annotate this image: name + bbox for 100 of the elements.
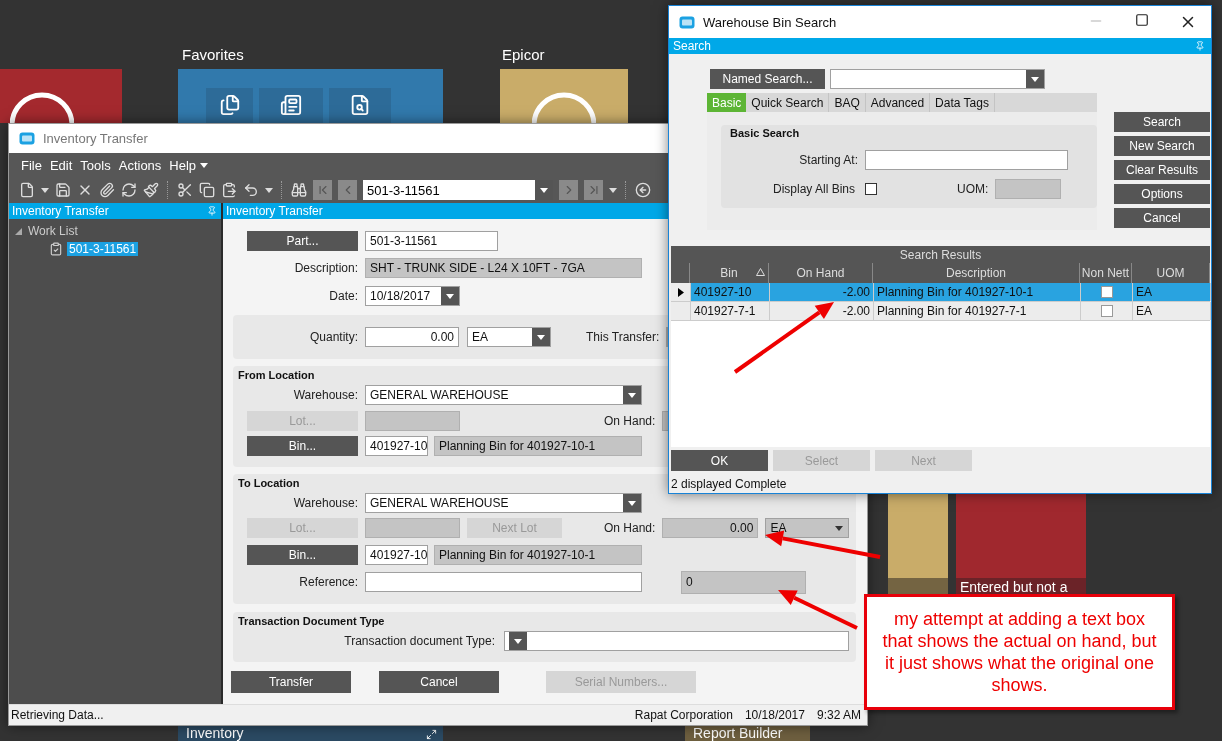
field-label: Warehouse:	[292, 388, 358, 402]
menu-item[interactable]: Tools	[76, 157, 115, 173]
field-label: Display All Bins	[771, 182, 855, 196]
company-name: Rapat Corporation	[634, 708, 733, 722]
field-label: Reference:	[298, 575, 358, 589]
table-cell: Planning Bin for 401927-10-1	[874, 283, 1081, 301]
section-title: From Location	[238, 369, 315, 383]
back-icon[interactable]	[635, 182, 651, 198]
field-label: Quantity:	[308, 330, 358, 344]
record-combo[interactable]: 501-3-11561	[363, 180, 553, 200]
undo-icon[interactable]	[243, 182, 259, 198]
copy-icon[interactable]	[199, 182, 215, 198]
side-button[interactable]: Search	[1114, 112, 1210, 132]
side-button[interactable]: Options	[1114, 184, 1210, 204]
save-icon[interactable]	[55, 182, 71, 198]
menu-item[interactable]: Edit	[45, 157, 77, 173]
maximize-icon[interactable]	[1135, 13, 1149, 27]
search-icon	[349, 94, 371, 116]
named-search-button[interactable]: Named Search...	[710, 69, 825, 89]
group-title: Epicor	[502, 46, 545, 63]
table-cell: 401927-7-1	[691, 302, 770, 320]
tile-label: Report Builder	[692, 726, 783, 740]
section-title: Transaction Document Type	[238, 615, 385, 629]
action-button[interactable]: Transfer	[231, 671, 351, 693]
status-message: Retrieving Data...	[11, 708, 104, 722]
bin-field[interactable]: 401927-10	[365, 436, 428, 456]
footer-button[interactable]: OK	[671, 450, 768, 471]
result-row[interactable]: 401927-7-1 -2.00 Planning Bin for 401927-7-1 EA	[671, 302, 1210, 321]
caret-icon	[41, 187, 49, 193]
search-icon[interactable]	[291, 182, 307, 198]
caret-icon	[1031, 76, 1039, 82]
app-tile[interactable]: Entered but not a	[956, 494, 1086, 594]
bin-description-field: Planning Bin for 401927-10-1	[434, 545, 642, 565]
menu-item[interactable]: Actions	[114, 157, 166, 173]
checkbox[interactable]	[865, 183, 877, 195]
side-button[interactable]: Cancel	[1114, 208, 1210, 228]
tile-label: Entered but not a	[959, 580, 1069, 594]
warehouse-combo[interactable]: GENERAL WAREHOUSE	[365, 493, 642, 513]
expand-icon	[426, 729, 437, 740]
app-icon	[19, 132, 35, 145]
bin-button[interactable]: Bin...	[247, 545, 358, 565]
panel-title: Inventory Transfer	[12, 204, 109, 218]
document-type-combo[interactable]	[504, 631, 849, 651]
caret-icon	[540, 187, 548, 193]
warehouse-combo[interactable]: GENERAL WAREHOUSE	[365, 385, 642, 405]
result-row[interactable]: 401927-10 -2.00 Planning Bin for 401927-10-1 EA	[671, 283, 1210, 302]
new-icon[interactable]	[19, 182, 35, 198]
date-field[interactable]: 10/18/2017	[365, 286, 460, 306]
menu-item[interactable]: Help	[165, 157, 201, 173]
caret-icon	[609, 187, 617, 193]
bin-field[interactable]: 401927-10	[365, 545, 428, 565]
bin-button[interactable]: Bin...	[247, 436, 358, 456]
field-label: This Transfer:	[586, 330, 660, 344]
uom-combo[interactable]: EA	[467, 327, 551, 347]
field-label: Date:	[328, 289, 358, 303]
field-label: On Hand:	[604, 521, 656, 535]
part-button[interactable]: Part...	[247, 231, 358, 251]
added-text-box: 0	[681, 570, 806, 594]
part-field[interactable]: 501-3-11561	[365, 231, 498, 251]
app-tile[interactable]: Inventory	[178, 726, 443, 741]
caret-icon	[446, 293, 454, 299]
named-search-combo[interactable]	[830, 69, 1045, 89]
cut-icon[interactable]	[177, 182, 193, 198]
status-time: 9:32 AM	[816, 708, 861, 722]
clear-icon[interactable]	[143, 182, 159, 198]
table-cell: Planning Bin for 401927-7-1	[874, 302, 1081, 320]
menu-item[interactable]: File	[17, 157, 46, 173]
field-label: Description:	[293, 261, 358, 275]
paste-icon[interactable]	[221, 182, 237, 198]
caret-icon	[537, 334, 545, 340]
clipboard-icon	[49, 242, 63, 256]
caret-icon	[200, 162, 209, 168]
starting-at-field[interactable]	[865, 150, 1068, 170]
window-title: Inventory Transfer	[43, 131, 148, 146]
results-title: Search Results	[671, 246, 1210, 263]
checkbox[interactable]	[1100, 286, 1113, 298]
checkbox[interactable]	[1100, 305, 1113, 317]
bin-description-field: Planning Bin for 401927-10-1	[434, 436, 642, 456]
table-cell: -2.00	[770, 283, 874, 301]
panel-title: Search	[673, 39, 712, 53]
refresh-icon[interactable]	[121, 182, 137, 198]
reference-field[interactable]	[365, 572, 642, 592]
uom-combo[interactable]: EA	[765, 518, 850, 538]
tree-item[interactable]: Work List	[26, 224, 80, 238]
section-title: Basic Search	[730, 127, 801, 141]
action-button[interactable]: Cancel	[379, 671, 499, 693]
app-tile[interactable]	[888, 494, 948, 594]
group-title: Favorites	[182, 46, 244, 63]
table-cell: 401927-10	[691, 283, 770, 301]
field-label: Starting At:	[798, 153, 858, 167]
quantity-field[interactable]: 0.00	[365, 327, 459, 347]
window-title: Warehouse Bin Search	[703, 14, 837, 30]
attach-icon[interactable]	[99, 182, 115, 198]
side-button[interactable]: New Search	[1114, 136, 1210, 156]
documents-icon	[218, 94, 241, 116]
app-tile[interactable]: Report Builder	[685, 726, 810, 741]
table-cell: EA	[1133, 283, 1211, 301]
description-field: SHT - TRUNK SIDE - L24 X 10FT - 7GA	[365, 258, 642, 278]
side-button[interactable]: Clear Results	[1114, 160, 1210, 180]
caret-icon	[835, 525, 844, 531]
